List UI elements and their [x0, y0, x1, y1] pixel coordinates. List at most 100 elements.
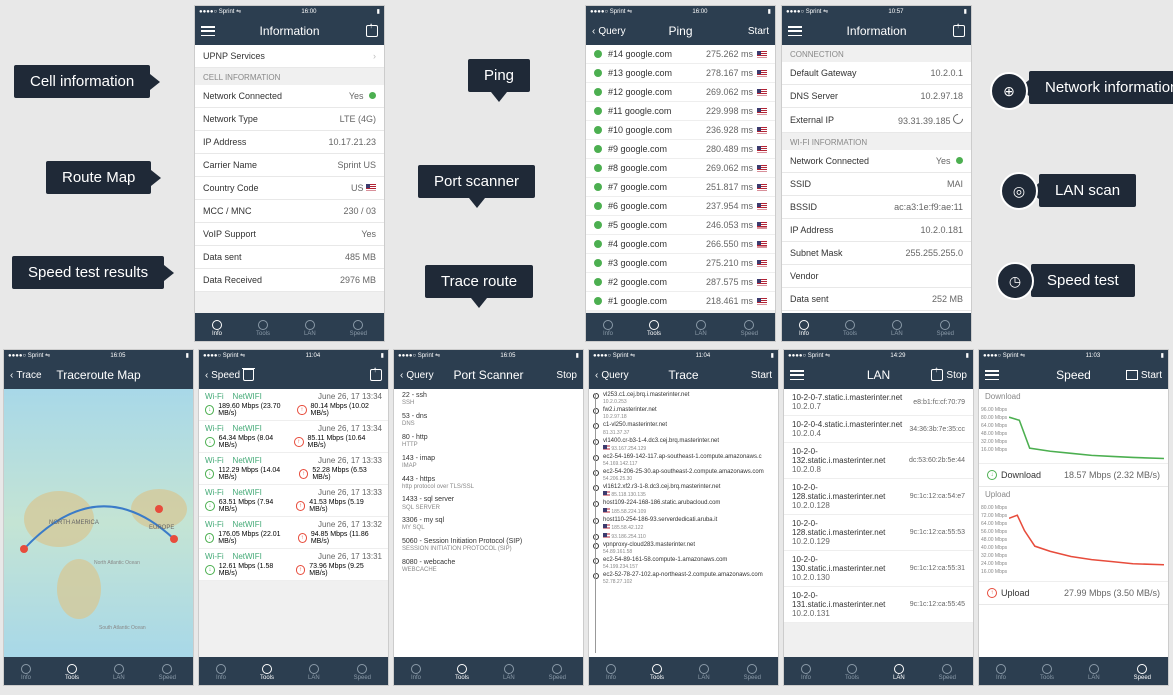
trace-hop: host109-224-168-186.static.arubacloud.co… [593, 499, 774, 515]
speed-result-row[interactable]: Wi-Fi NetWIFIJune 26, 17 13:34↓64.34 Mbp… [199, 421, 388, 453]
section-cell-info: CELL INFORMATION [195, 68, 384, 85]
label-route-map: Route Map [46, 161, 151, 194]
port-row: 5060 - Session Initiation Protocol (SIP)… [394, 535, 583, 556]
start-button[interactable]: Start [751, 370, 772, 381]
port-row: 8080 - webcacheWEBCACHE [394, 556, 583, 577]
upload-icon: ↑ [987, 588, 997, 598]
tab-speed[interactable]: Speed [354, 664, 371, 681]
speed-result-row[interactable]: Wi-Fi NetWIFIJune 26, 17 13:32↓176.05 Mb… [199, 517, 388, 549]
tab-tools[interactable]: Tools [65, 664, 79, 681]
back-button[interactable]: ‹ Query [595, 370, 629, 381]
lan-device-row[interactable]: 10-2-0-130.static.i.masterinter.net10.2.… [784, 551, 973, 587]
menu-button[interactable] [788, 26, 802, 36]
speed-result-row[interactable]: Wi-Fi NetWIFIJune 26, 17 13:33↓112.29 Mb… [199, 453, 388, 485]
trace-hop: vpnproxy-cloud283.masterinter.net54.89.1… [593, 541, 774, 556]
ping-row: #4 google.com266.550 ms [586, 235, 775, 254]
tab-lan[interactable]: LAN [695, 320, 707, 337]
tab-speed[interactable]: Speed [744, 664, 761, 681]
speed-result-row[interactable]: Wi-Fi NetWIFIJune 26, 17 13:34↓189.60 Mb… [199, 389, 388, 421]
menu-button[interactable] [201, 26, 215, 36]
ping-row: #14 google.com275.262 ms [586, 45, 775, 64]
port-row: 80 - httpHTTP [394, 431, 583, 452]
book-button[interactable] [1126, 370, 1138, 380]
speed-result-row[interactable]: Wi-Fi NetWIFIJune 26, 17 13:31↓12.61 Mbp… [199, 549, 388, 581]
tab-info[interactable]: Info [411, 664, 421, 681]
info-row: VoIP SupportYes [195, 223, 384, 246]
tab-info[interactable]: Info [21, 664, 31, 681]
share-button[interactable] [953, 25, 965, 37]
net-info-icon: ⊕ [990, 72, 1028, 110]
menu-button[interactable] [790, 370, 804, 380]
share-button[interactable] [366, 25, 378, 37]
share-button[interactable] [370, 369, 382, 381]
tab-lan[interactable]: LAN [113, 664, 125, 681]
tab-speed[interactable]: Speed [939, 664, 956, 681]
stop-button[interactable]: Stop [946, 370, 967, 381]
back-button[interactable]: ‹ Query [592, 26, 626, 37]
ping-row: #9 google.com280.489 ms [586, 140, 775, 159]
row-upnp[interactable]: UPNP Services› [195, 45, 384, 68]
upload-section-label: Upload [979, 487, 1168, 502]
phone-ping: ●●●●○ Sprint ⇋16:00▮ ‹ Query Ping Start … [585, 5, 776, 342]
speed-result-row[interactable]: Wi-Fi NetWIFIJune 26, 17 13:33↓63.51 Mbp… [199, 485, 388, 517]
label-trace-route: Trace route [425, 265, 533, 298]
refresh-icon[interactable] [951, 112, 965, 126]
lan-device-row[interactable]: 10-2-0-4.static.i.masterinter.net10.2.0.… [784, 416, 973, 443]
upload-value: 27.99 Mbps (3.50 MB/s) [1064, 588, 1160, 598]
tab-lan[interactable]: LAN [891, 320, 903, 337]
tab-tools[interactable]: Tools [260, 664, 274, 681]
tab-lan[interactable]: LAN [1088, 664, 1100, 681]
trace-hop: ec2-54-169-142-117.ap-southeast-1.comput… [593, 453, 774, 468]
label-net-info: Network information [1029, 71, 1173, 104]
svg-text:NORTH AMERICA: NORTH AMERICA [49, 520, 99, 526]
phone-trace: ●●●●○ Sprint ⇋11:04▮ ‹ Query Trace Start… [588, 349, 779, 686]
share-button[interactable] [931, 369, 943, 381]
back-button[interactable]: ‹ Query [400, 370, 434, 381]
ping-row: #3 google.com275.210 ms [586, 254, 775, 273]
label-speed-test: Speed test [1031, 264, 1135, 297]
tab-speed[interactable]: Speed [1134, 664, 1151, 681]
tab-lan[interactable]: LAN [304, 320, 316, 337]
stop-button[interactable]: Stop [556, 370, 577, 381]
tab-lan[interactable]: LAN [698, 664, 710, 681]
back-button[interactable]: ‹ Speed [205, 370, 240, 381]
tab-speed[interactable]: Speed [741, 320, 758, 337]
tab-tools[interactable]: Tools [256, 320, 270, 337]
lan-device-row[interactable]: 10-2-0-128.static.i.masterinter.net10.2.… [784, 515, 973, 551]
tab-speed[interactable]: Speed [159, 664, 176, 681]
tab-tools[interactable]: Tools [845, 664, 859, 681]
tab-tools[interactable]: Tools [647, 320, 661, 337]
tab-lan[interactable]: LAN [503, 664, 515, 681]
tab-lan[interactable]: LAN [893, 664, 905, 681]
tab-info[interactable]: Info [216, 664, 226, 681]
tab-tools[interactable]: Tools [843, 320, 857, 337]
tab-info[interactable]: Info [603, 320, 613, 337]
trace-hop: ec2-52-78-27-102.ap-northeast-2.compute.… [593, 571, 774, 586]
nav-title: Information [782, 24, 971, 38]
tab-tools[interactable]: Tools [455, 664, 469, 681]
lan-device-row[interactable]: 10-2-0-131.static.i.masterinter.net10.2.… [784, 587, 973, 623]
lan-device-row[interactable]: 10-2-0-7.static.i.masterinter.net10.2.0.… [784, 389, 973, 416]
tab-tools[interactable]: Tools [650, 664, 664, 681]
port-row: 3306 - my sqlMY SQL [394, 514, 583, 535]
start-button[interactable]: Start [748, 26, 769, 37]
lan-device-row[interactable]: 10-2-0-128.static.i.masterinter.net10.2.… [784, 479, 973, 515]
tab-info[interactable]: Info [212, 320, 222, 337]
tab-info[interactable]: Info [801, 664, 811, 681]
tab-speed[interactable]: Speed [937, 320, 954, 337]
menu-button[interactable] [985, 370, 999, 380]
tab-speed[interactable]: Speed [350, 320, 367, 337]
lan-device-row[interactable]: 10-2-0-132.static.i.masterinter.net10.2.… [784, 443, 973, 479]
tab-info[interactable]: Info [606, 664, 616, 681]
ping-row: #2 google.com287.575 ms [586, 273, 775, 292]
tab-lan[interactable]: LAN [308, 664, 320, 681]
netinfo-row: Network ConnectedYes [782, 150, 971, 173]
tab-speed[interactable]: Speed [549, 664, 566, 681]
map-view[interactable]: NORTH AMERICA EUROPE North Atlantic Ocea… [4, 389, 193, 657]
trash-button[interactable] [243, 369, 254, 381]
tab-info[interactable]: Info [799, 320, 809, 337]
start-button[interactable]: Start [1141, 370, 1162, 381]
back-button[interactable]: ‹ Trace [10, 370, 42, 381]
tab-tools[interactable]: Tools [1040, 664, 1054, 681]
tab-info[interactable]: Info [996, 664, 1006, 681]
